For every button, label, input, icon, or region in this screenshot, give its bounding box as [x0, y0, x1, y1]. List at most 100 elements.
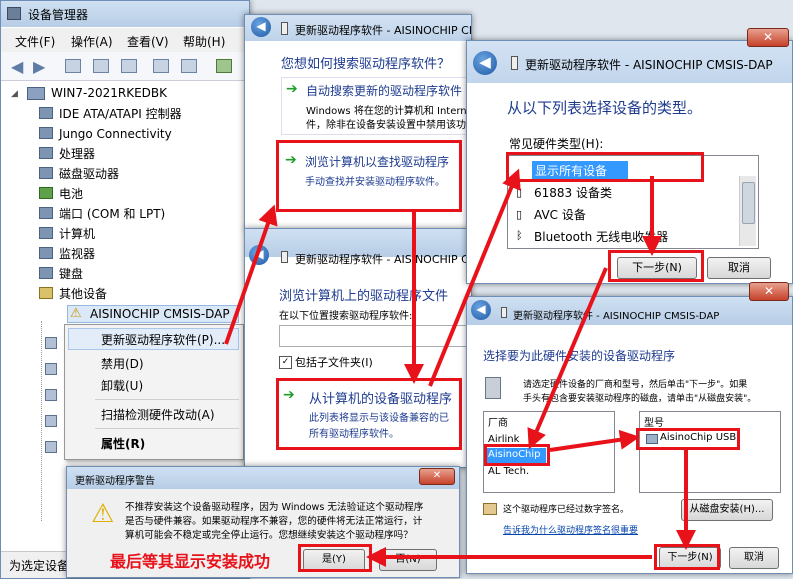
highlight-browse-option: [276, 140, 462, 212]
toolbar: ◀ ▶: [1, 52, 249, 81]
tree-item-other[interactable]: 其他设备: [39, 285, 107, 304]
usb-device-icon: [281, 251, 288, 263]
back-icon[interactable]: ◀: [11, 57, 23, 76]
list-item-avc[interactable]: AVC 设备: [534, 206, 586, 223]
menu-scan-hardware[interactable]: 扫描检测硬件改动(A): [101, 406, 215, 423]
hardware-type-label: 常见硬件类型(H):: [509, 137, 604, 151]
signed-text: 这个驱动程序已经过数字签名。: [503, 505, 630, 515]
tree-item-monitor[interactable]: 监视器: [39, 245, 95, 264]
tree-device-icon: [45, 389, 57, 401]
menu-help[interactable]: 帮助(H): [183, 33, 225, 50]
highlight-next-1: [608, 250, 704, 282]
tree-item-battery[interactable]: 电池: [39, 185, 83, 204]
usb-device-icon: [511, 56, 518, 70]
back-icon[interactable]: ◀: [471, 300, 491, 320]
list-item-bluetooth[interactable]: Bluetooth 无线电收发器: [534, 228, 668, 245]
browse-heading: 浏览计算机上的驱动程序文件: [279, 289, 449, 304]
dialog-titlebar: ◀ 更新驱动程序软件 - AISINOCHIP CMSIS-DAP: [467, 297, 792, 325]
tree-device-icon: [45, 363, 57, 375]
menu-separator: [95, 399, 239, 400]
device-name: AISINOCHIP CMSIS-DAP: [90, 307, 230, 321]
cancel-button[interactable]: 取消: [729, 547, 779, 569]
vendor-header: 厂商: [488, 418, 508, 429]
tree-item-ports[interactable]: 端口 (COM 和 LPT): [39, 205, 165, 224]
toolbar-view-icon[interactable]: [65, 59, 81, 73]
tree-device-icon: [45, 415, 57, 427]
toolbar-list-icon[interactable]: [153, 59, 169, 73]
menu-separator: [95, 428, 239, 429]
menu-update-driver[interactable]: 更新驱动程序软件(P)...: [101, 331, 225, 348]
back-icon[interactable]: ◀: [473, 51, 497, 75]
signed-driver-icon: [483, 503, 497, 515]
cancel-button[interactable]: 取消: [707, 257, 771, 279]
option-auto-search[interactable]: ➔ 自动搜索更新的驱动程序软件 Windows 将在您的计算机和 Interne…: [281, 77, 472, 135]
tree-item-computer[interactable]: 计算机: [39, 225, 95, 244]
tree-item-ide[interactable]: IDE ATA/ATAPI 控制器: [39, 105, 182, 124]
warning-triangle-icon: ⚠: [91, 499, 115, 529]
highlight-yes-button: [298, 544, 372, 572]
model-header: 型号: [644, 418, 664, 429]
dialog-select-driver: ◀ 更新驱动程序软件 - AISINOCHIP CMSIS-DAP 选择要为此硬…: [466, 296, 793, 574]
dialog-title: 更新驱动程序软件 - AISINOCHIP CMSIS-DAP: [525, 58, 773, 72]
auto-search-title: 自动搜索更新的驱动程序软件: [306, 84, 463, 98]
tree-item-keyboard[interactable]: 键盘: [39, 265, 83, 284]
menu-properties[interactable]: 属性(R): [101, 435, 145, 452]
vendor-altech[interactable]: AL Tech.: [488, 466, 529, 477]
driver-desc: 请选定硬件设备的厂商和型号，然后单击"下一步"。如果: [523, 380, 748, 390]
scroll-thumb[interactable]: [742, 182, 755, 224]
have-disk-button[interactable]: 从磁盘安装(H)...: [681, 499, 773, 521]
toolbar-grid-icon[interactable]: [93, 59, 109, 73]
port-icon: [39, 207, 53, 219]
close-icon[interactable]: ✕: [747, 28, 789, 47]
toolbar-update-icon[interactable]: [216, 59, 232, 73]
back-icon[interactable]: ◀: [251, 17, 271, 37]
other-device-icon: [39, 287, 53, 299]
menu-uninstall[interactable]: 卸载(U): [101, 377, 143, 394]
model-list[interactable]: 型号 AisinoChip USB: [639, 411, 781, 493]
warning-icon: ⚠: [70, 306, 82, 321]
menu-view[interactable]: 查看(V): [127, 33, 169, 50]
highlight-pick-option: [276, 378, 462, 450]
usb-device-icon: [501, 307, 507, 318]
auto-search-desc: Windows 将在您的计算机和 Internet: [306, 106, 472, 117]
dialog-title: 更新驱动程序软件 - AISINOCHIP CMSIS-DAP: [295, 24, 471, 37]
tree-item-cpu[interactable]: 处理器: [39, 145, 95, 164]
include-subfolders-checkbox[interactable]: ✓: [279, 356, 292, 369]
back-icon[interactable]: ◀: [249, 245, 269, 265]
device-manager-icon: [7, 7, 21, 20]
close-icon[interactable]: ✕: [419, 468, 455, 485]
close-icon[interactable]: ✕: [749, 282, 789, 301]
dialog-titlebar: 更新驱动程序软件 - AISINOCHIP CMSIS-DAP ◀: [245, 15, 471, 41]
final-step-annotation: 最后等其显示安装成功: [110, 552, 271, 571]
list-scrollbar[interactable]: [739, 176, 756, 246]
device-manager-title: 设备管理器: [28, 8, 89, 22]
highlight-model: [636, 428, 740, 450]
disk-icon: [39, 167, 53, 179]
search-location-label: 在以下位置搜索驱动程序软件:: [279, 311, 413, 322]
toolbar-help-icon[interactable]: [121, 59, 137, 73]
why-signing-link[interactable]: 告诉我为什么驱动程序签名很重要: [503, 523, 638, 536]
menu-file[interactable]: 文件(F): [15, 33, 55, 50]
tree-item-jungo[interactable]: Jungo Connectivity: [39, 125, 172, 144]
toolbar-scan-icon[interactable]: [181, 59, 197, 73]
battery-icon: [39, 187, 53, 199]
computer-icon: [39, 227, 53, 239]
expand-icon[interactable]: ◢: [11, 89, 18, 99]
warning-text: 算机可能会不稳定或完全停止运行。您想继续安装这个驱动程序吗？: [125, 530, 413, 541]
tree-item-disk[interactable]: 磁盘驱动器: [39, 165, 119, 184]
device-aisinochip[interactable]: ⚠ AISINOCHIP CMSIS-DAP: [67, 305, 239, 323]
tree-device-icon: [45, 337, 57, 349]
computer-name[interactable]: WIN7-2021RKEDBK: [51, 86, 167, 100]
menu-disable[interactable]: 禁用(D): [101, 355, 144, 372]
menu-action[interactable]: 操作(A): [71, 33, 113, 50]
list-item-61883[interactable]: 61883 设备类: [534, 184, 612, 201]
usb-icon: [39, 127, 53, 139]
green-arrow-icon: ➔: [286, 81, 298, 97]
highlight-next-2: [654, 544, 720, 570]
forward-icon[interactable]: ▶: [33, 57, 45, 76]
no-button[interactable]: 否(N): [379, 549, 437, 571]
monitor-icon: [39, 247, 53, 259]
search-location-input[interactable]: [279, 325, 471, 347]
status-text: 为选定设备: [9, 559, 70, 573]
usb-device-icon: [281, 22, 288, 35]
